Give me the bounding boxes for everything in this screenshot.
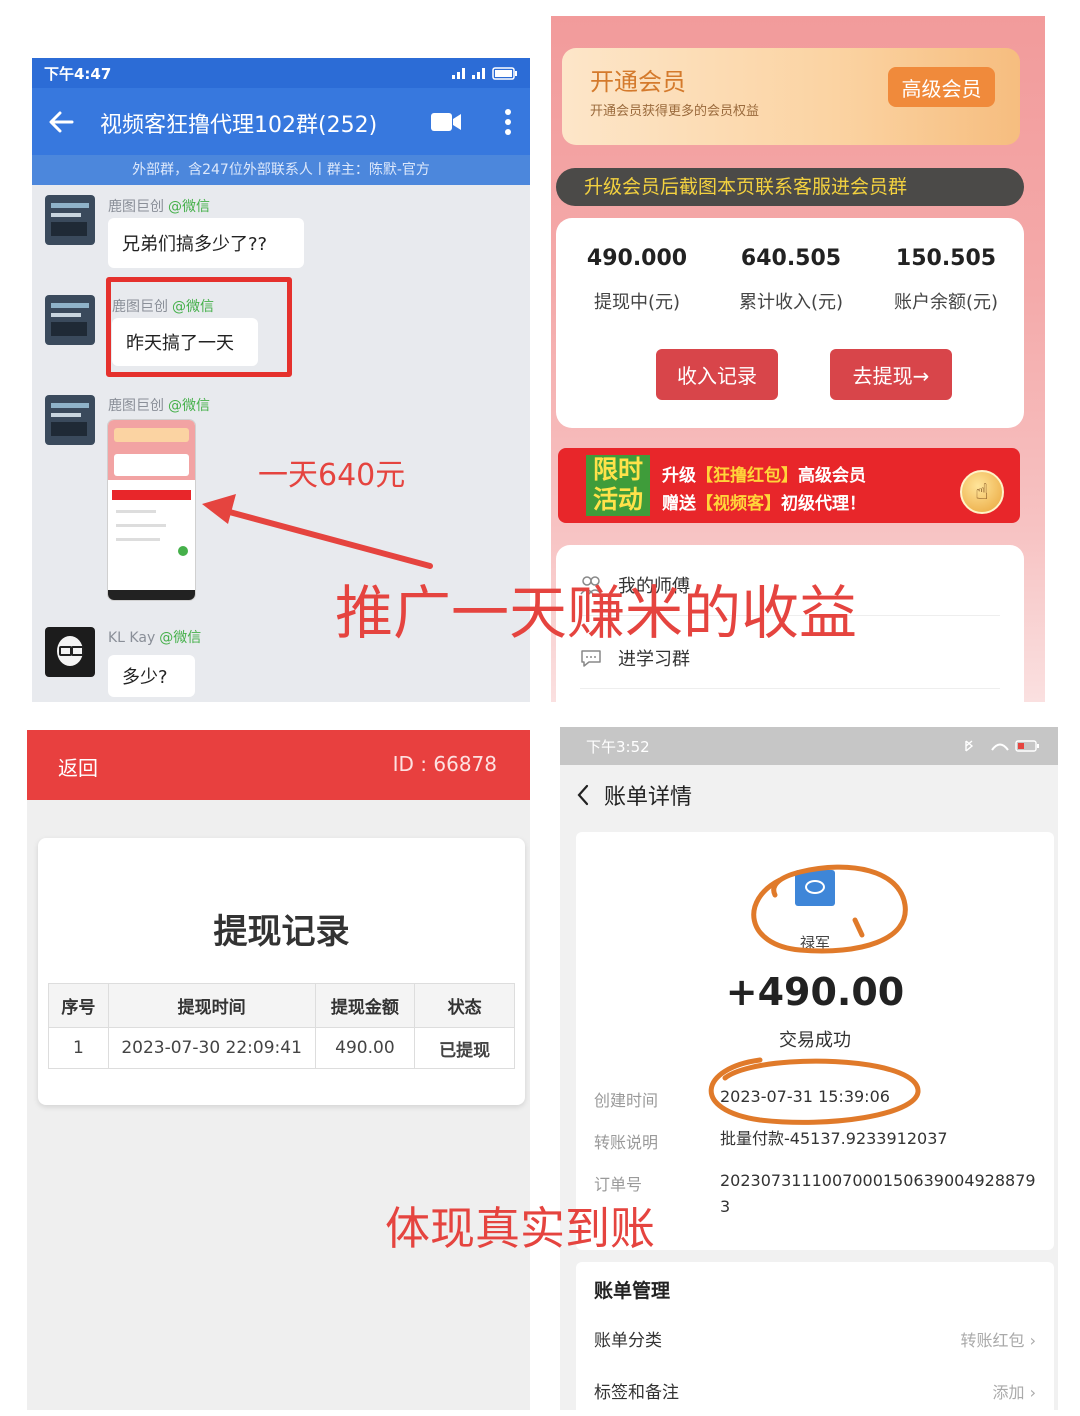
user-id: ID : 66878 bbox=[392, 752, 497, 776]
column-header: 状态 bbox=[414, 983, 515, 1028]
row-label: 账单分类 bbox=[594, 1331, 662, 1351]
cell-amount: 490.00 bbox=[314, 1027, 416, 1069]
bill-management-card: 账单管理 账单分类 转账红包 › 标签和备注 添加 › bbox=[576, 1262, 1054, 1410]
status-icons bbox=[965, 740, 1039, 752]
back-chevron-icon[interactable] bbox=[576, 784, 590, 806]
banner-highlight: 【视频客】 bbox=[696, 494, 781, 514]
detail-value: 20230731110070001506390049288793 bbox=[720, 1171, 1036, 1216]
stat-label: 提现中(元) bbox=[593, 292, 681, 313]
membership-promo-card[interactable]: 开通会员 开通会员获得更多的会员权益 高级会员 bbox=[562, 48, 1020, 145]
income-record-button[interactable]: 收入记录 bbox=[656, 349, 778, 400]
overlay-caption-bottom: 体现真实到账 bbox=[385, 1202, 656, 1255]
row-value: 转账红包 bbox=[960, 1331, 1025, 1350]
page-title: 账单详情 bbox=[604, 785, 693, 810]
promo-subtitle: 开通会员获得更多的会员权益 bbox=[590, 104, 760, 119]
stat-value: 640.505 bbox=[740, 246, 842, 271]
earnings-card: 490.000 提现中(元) 640.505 累计收入(元) 150.505 账… bbox=[556, 218, 1024, 428]
transaction-status: 交易成功 bbox=[779, 1030, 851, 1051]
limited-offer-badge: 限时 活动 bbox=[586, 455, 650, 516]
banner-text: 赠送 bbox=[662, 494, 696, 514]
detail-label: 创建时间 bbox=[594, 1091, 659, 1110]
stat-label: 累计收入(元) bbox=[738, 292, 844, 313]
table-row: 1 2023-07-30 22:09:41 490.00 已提现 bbox=[48, 1027, 515, 1069]
stat-balance: 150.505 账户余额(元) bbox=[871, 246, 1021, 314]
page-header: 返回 ID : 66878 bbox=[27, 730, 530, 800]
notice-bar: 升级会员后截图本页联系客服进会员群 bbox=[556, 168, 1024, 206]
banner-text: 初级代理！ bbox=[781, 494, 866, 514]
banner-text: 升级 bbox=[662, 466, 696, 486]
status-bar: 下午3:52 bbox=[560, 727, 1058, 765]
detail-label: 转账说明 bbox=[594, 1133, 659, 1152]
chat-bubble-icon bbox=[581, 650, 601, 667]
row-value: 添加 bbox=[992, 1383, 1025, 1402]
withdraw-table: 序号 提现时间 提现金额 状态 1 2023-07-30 22:09:41 49… bbox=[48, 983, 515, 1069]
banner-text: 高级会员 bbox=[798, 466, 866, 486]
banner-line-gift: 赠送【视频客】初级代理！ bbox=[662, 489, 866, 514]
withdraw-record-screenshot: 返回 ID : 66878 提现记录 序号 提现时间 提现金额 状态 1 202… bbox=[27, 730, 530, 1410]
overlay-caption-top: 推广一天赚米的收益 bbox=[335, 579, 858, 647]
premium-member-button[interactable]: 高级会员 bbox=[888, 67, 995, 107]
transaction-amount: +490.00 bbox=[725, 970, 905, 1014]
bill-category-row[interactable]: 转账红包 › bbox=[960, 1327, 1036, 1351]
payer-avatar bbox=[795, 870, 835, 906]
stat-value: 490.000 bbox=[586, 246, 688, 271]
stat-value: 150.505 bbox=[895, 246, 997, 271]
cell-time: 2023-07-30 22:09:41 bbox=[107, 1027, 316, 1069]
bill-detail-screenshot: 下午3:52 账单详情 禄军 +490.00 交易成功 创建时间 2023-07… bbox=[560, 727, 1058, 1410]
table-header-row: 序号 提现时间 提现金额 状态 bbox=[48, 983, 515, 1028]
withdraw-record-card: 提现记录 序号 提现时间 提现金额 状态 1 2023-07-30 22:09:… bbox=[38, 838, 525, 1105]
status-time: 下午3:52 bbox=[586, 737, 650, 756]
badge-line: 活动 bbox=[592, 485, 643, 514]
row-label: 标签和备注 bbox=[594, 1383, 679, 1403]
stat-label: 账户余额(元) bbox=[893, 292, 999, 313]
back-button[interactable]: 返回 bbox=[58, 752, 98, 781]
banner-line-upgrade: 升级【狂撸红包】高级会员 bbox=[662, 461, 866, 486]
section-title: 账单管理 bbox=[594, 1280, 671, 1302]
hand-pointer-icon: ☝ bbox=[960, 470, 1004, 514]
banner-highlight: 【狂撸红包】 bbox=[696, 466, 798, 486]
cell-status: 已提现 bbox=[414, 1027, 515, 1069]
chevron-right-icon: › bbox=[1029, 1331, 1036, 1350]
detail-value: 批量付款-45137.9233912037 bbox=[720, 1129, 948, 1148]
tags-notes-row[interactable]: 添加 › bbox=[992, 1379, 1036, 1403]
transaction-card: 禄军 +490.00 交易成功 创建时间 2023-07-31 15:39:06… bbox=[576, 832, 1054, 1250]
badge-line: 限时 bbox=[592, 455, 643, 484]
column-header: 提现时间 bbox=[107, 983, 316, 1028]
column-header: 序号 bbox=[48, 983, 109, 1028]
column-header: 提现金额 bbox=[314, 983, 416, 1028]
withdraw-button[interactable]: 去提现→ bbox=[830, 349, 952, 400]
payer-name: 禄军 bbox=[799, 934, 830, 952]
stat-total-income: 640.505 累计收入(元) bbox=[716, 246, 866, 314]
detail-value: 2023-07-31 15:39:06 bbox=[720, 1087, 890, 1106]
limited-offer-banner[interactable]: 限时 活动 升级【狂撸红包】高级会员 赠送【视频客】初级代理！ ☝ bbox=[558, 448, 1020, 523]
title-bar: 账单详情 bbox=[576, 779, 692, 811]
divider bbox=[580, 688, 1000, 689]
promo-title: 开通会员 bbox=[590, 68, 686, 96]
cell-index: 1 bbox=[48, 1027, 109, 1069]
stat-withdrawing: 490.000 提现中(元) bbox=[562, 246, 712, 314]
chevron-right-icon: › bbox=[1029, 1383, 1036, 1402]
page-title: 提现记录 bbox=[213, 912, 350, 952]
